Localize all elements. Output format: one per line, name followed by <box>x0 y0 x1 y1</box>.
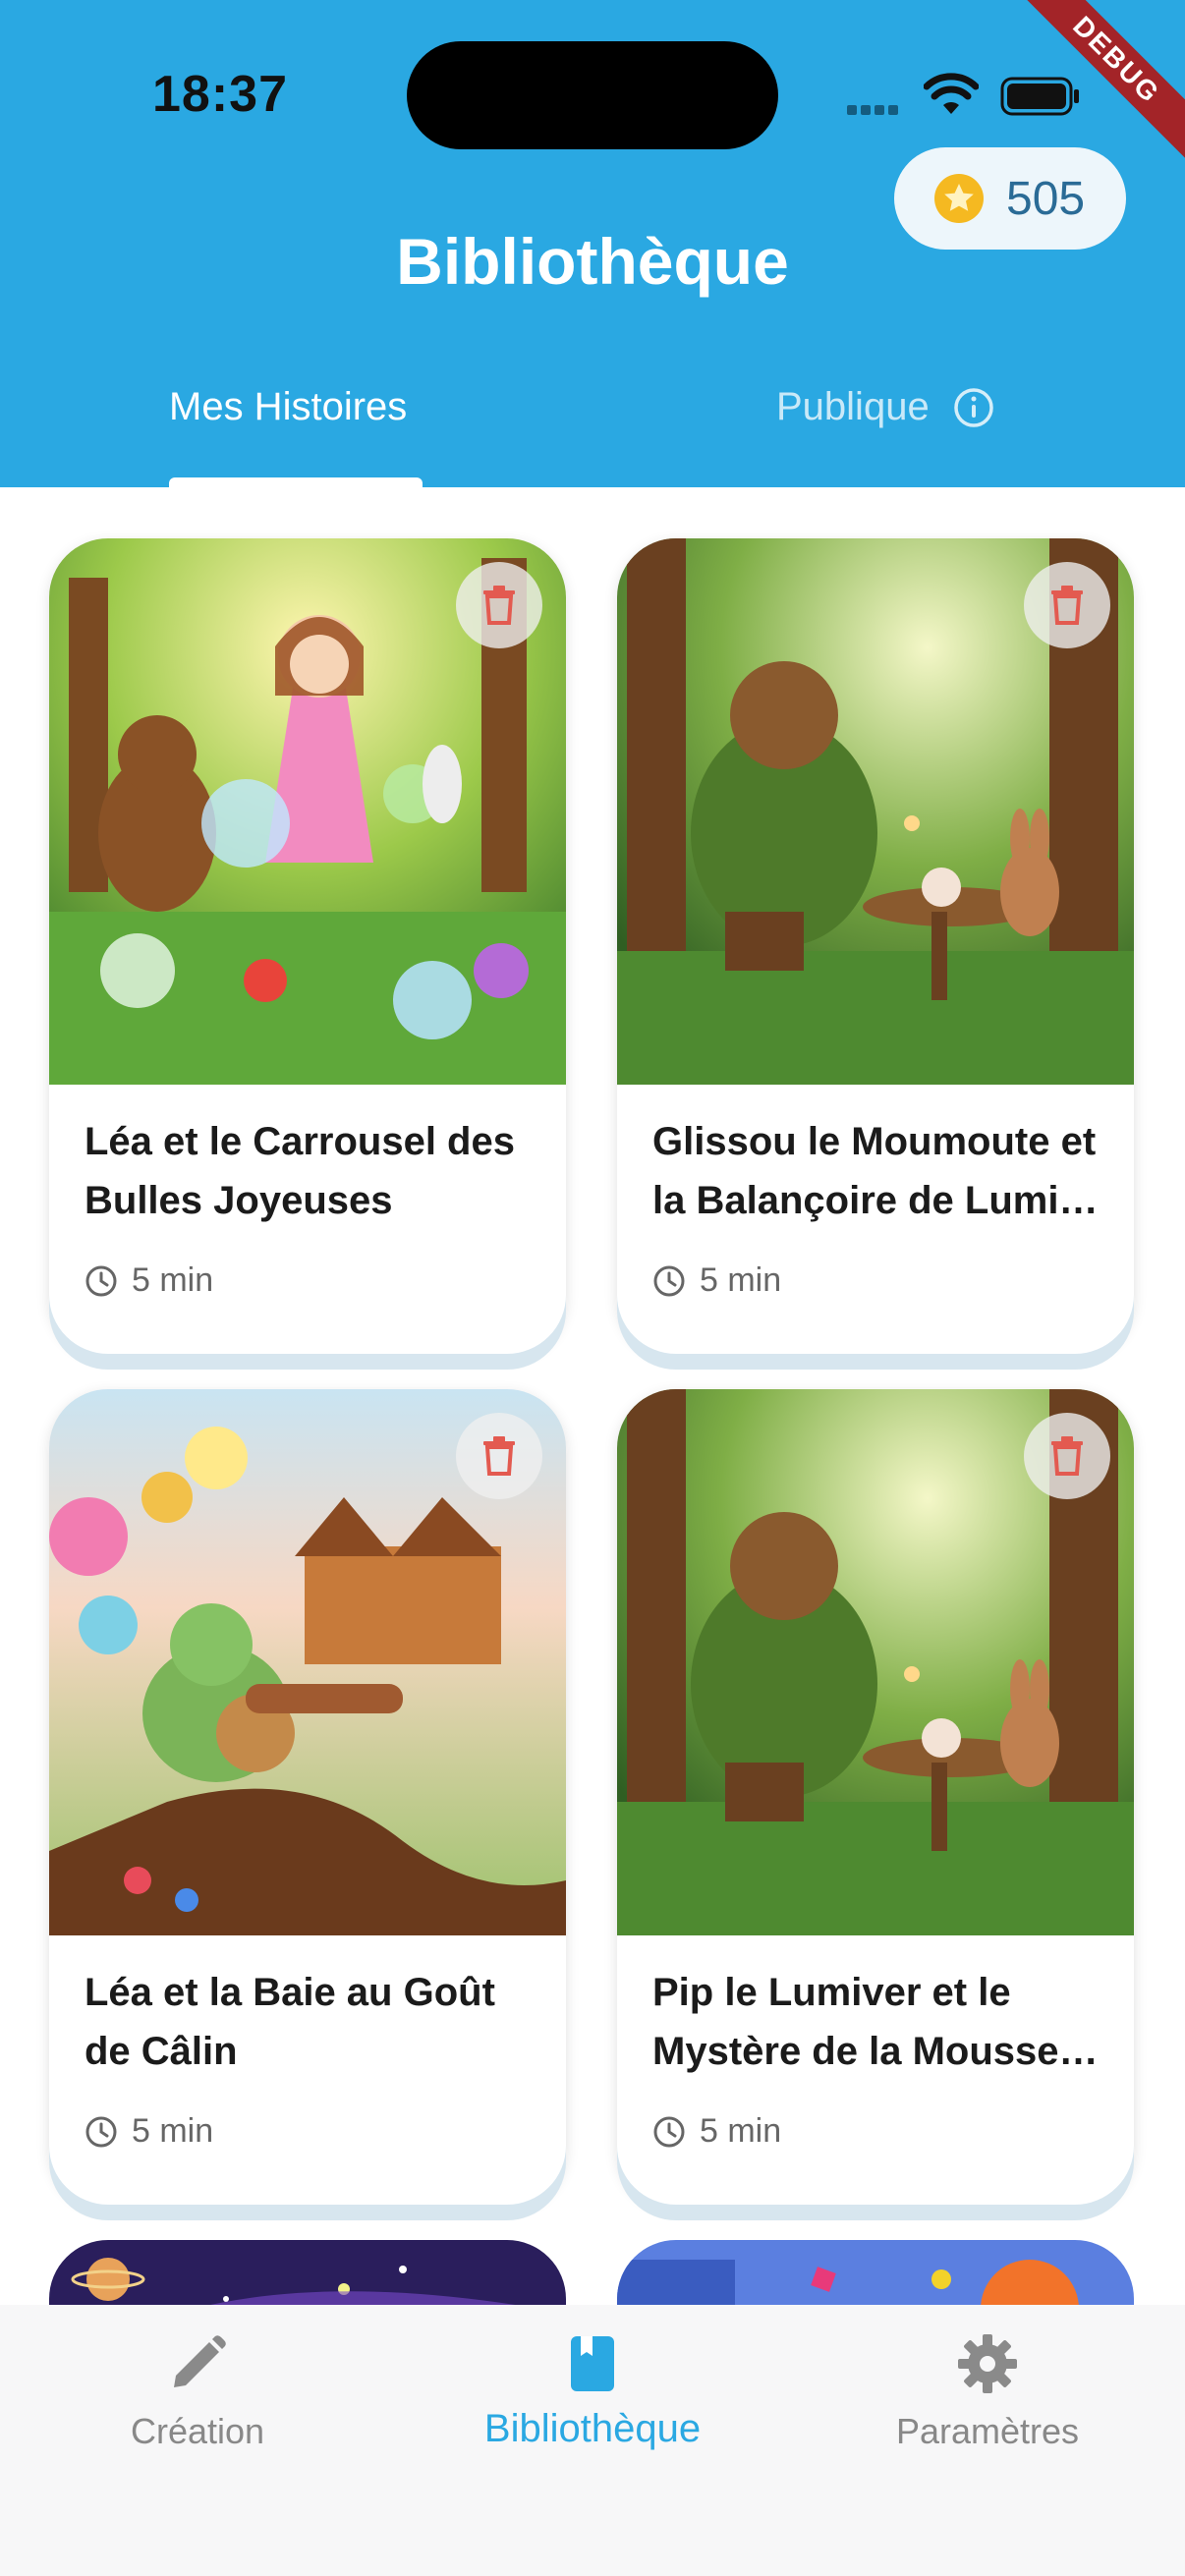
story-card[interactable]: Glissou le Moumoute et la Balançoire de … <box>617 538 1134 1354</box>
story-cover-image <box>49 538 566 1085</box>
clock-icon <box>85 1265 117 1296</box>
story-card[interactable]: Pip le Lumiver et le Mystère de la Mouss… <box>617 1389 1134 2205</box>
story-duration: 5 min <box>85 2112 213 2151</box>
pencil-icon <box>174 2335 226 2387</box>
duration-label: 5 min <box>700 2112 782 2150</box>
book-icon <box>571 2336 614 2391</box>
story-card[interactable]: Léa et la Baie au Goût de Câlin 5 min <box>49 1389 566 2205</box>
tab-label: Publique <box>776 385 930 428</box>
trash-icon <box>483 1436 515 1476</box>
info-icon[interactable] <box>953 387 994 428</box>
page-title: Bibliothèque <box>396 225 789 298</box>
delete-button[interactable] <box>456 1413 542 1499</box>
coin-count: 505 <box>1006 172 1086 225</box>
dynamic-island <box>407 41 778 149</box>
delete-button[interactable] <box>456 562 542 648</box>
nav-label: Création <box>130 2411 265 2451</box>
trash-icon <box>483 586 515 625</box>
tab-public[interactable]: Publique <box>776 385 994 429</box>
story-cover-image <box>49 1389 566 1935</box>
nav-creation[interactable]: Création <box>0 2332 395 2452</box>
app-header: 18:37 DEBUG 505 Bibliothèque Mes Histoir… <box>0 0 1185 487</box>
story-cover-image <box>617 538 1134 1085</box>
gear-icon <box>958 2334 1017 2393</box>
story-duration: 5 min <box>85 1261 213 1300</box>
story-cover-image <box>617 1389 1134 1935</box>
nav-label: Bibliothèque <box>483 2407 702 2450</box>
bottom-navigation: Création Bibliothèque Paramètres <box>0 2305 1185 2576</box>
story-title: Léa et le Carrousel des Bulles Joyeuses <box>85 1120 515 1222</box>
story-duration: 5 min <box>652 2112 781 2151</box>
trash-icon <box>1051 1436 1083 1476</box>
tab-label: Mes Histoires <box>169 385 408 428</box>
duration-label: 5 min <box>132 2112 214 2150</box>
story-title: Glissou le Moumoute et la Balançoire de … <box>652 1120 1099 1222</box>
battery-icon <box>1000 77 1079 116</box>
trash-icon <box>1051 586 1083 625</box>
status-time: 18:37 <box>152 66 288 123</box>
story-card[interactable]: Léa et le Carrousel des Bulles Joyeuses … <box>49 538 566 1354</box>
nav-settings[interactable]: Paramètres <box>790 2332 1185 2452</box>
clock-icon <box>653 2116 685 2147</box>
tab-my-stories[interactable]: Mes Histoires <box>169 385 407 429</box>
active-tab-indicator <box>169 477 423 487</box>
cellular-signal-icon <box>847 102 908 115</box>
story-title: Pip le Lumiver et le Mystère de la Mouss… <box>652 1971 1099 2073</box>
clock-icon <box>85 2116 117 2147</box>
duration-label: 5 min <box>700 1261 782 1299</box>
clock-icon <box>653 1265 685 1296</box>
duration-label: 5 min <box>132 1261 214 1299</box>
star-coin-icon <box>934 174 984 223</box>
story-duration: 5 min <box>652 1261 781 1300</box>
delete-button[interactable] <box>1024 562 1110 648</box>
nav-library[interactable]: Bibliothèque <box>395 2332 790 2451</box>
wifi-icon <box>924 73 979 114</box>
delete-button[interactable] <box>1024 1413 1110 1499</box>
story-title: Léa et la Baie au Goût de Câlin <box>85 1971 495 2073</box>
nav-label: Paramètres <box>895 2411 1080 2451</box>
